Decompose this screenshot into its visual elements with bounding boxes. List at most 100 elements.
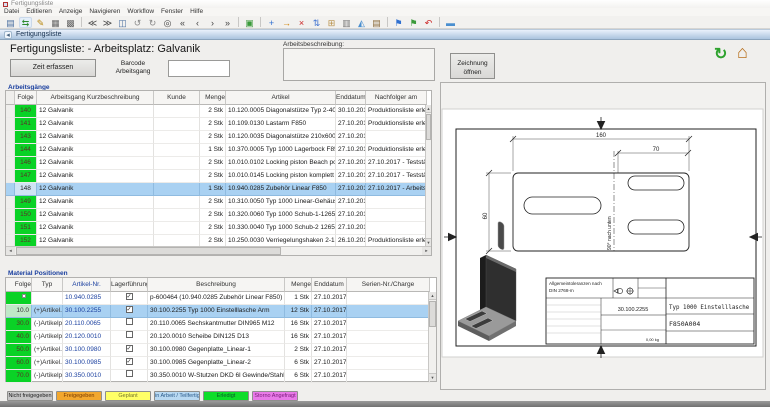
legend-button-5[interactable]: Storno Angefragt (252, 391, 298, 401)
arbeitsgang-row[interactable]: 15012 Galvanik2 Stk10.320.0060 Typ 1000 … (6, 209, 431, 222)
print-icon[interactable]: ▤ (4, 17, 17, 28)
menu-hilfe[interactable]: Hilfe (190, 8, 203, 16)
first-page-icon[interactable]: ≪ (86, 17, 99, 28)
grid-view-icon[interactable]: ▩ (64, 17, 77, 28)
menu-navigieren[interactable]: Navigieren (89, 8, 120, 16)
vscroll-thumb[interactable] (426, 114, 431, 140)
window-icon[interactable]: ▥ (340, 17, 353, 28)
nav-prev-icon[interactable]: ‹ (191, 17, 204, 28)
checkbox-unchecked-icon[interactable] (126, 331, 133, 338)
material-row[interactable]: 50.0(+)Artikel...30.100.0980✓30.100.0980… (6, 344, 436, 357)
checkbox-checked-icon[interactable]: ✓ (126, 306, 133, 313)
arbeitsgaenge-vscrollbar[interactable]: ▲ ▼ (425, 105, 431, 246)
refresh-button[interactable]: ↻ (714, 44, 727, 64)
arbeitsbeschreibung-textarea[interactable] (283, 48, 435, 81)
arbeitsgaenge-hscrollbar[interactable]: ◄ ► (6, 246, 431, 255)
checkbox-unchecked-icon[interactable] (126, 318, 133, 325)
forward-icon[interactable]: → (280, 17, 293, 28)
refresh-view-icon[interactable]: ⇆ (19, 17, 32, 28)
list-icon[interactable]: ▤ (370, 17, 383, 28)
legend-button-3[interactable]: in Arbeit / Teilfertig (154, 391, 200, 401)
undo-icon[interactable]: ↺ (131, 17, 144, 28)
menu-fenster[interactable]: Fenster (161, 8, 183, 16)
redo-icon[interactable]: ↻ (146, 17, 159, 28)
tab-fertigungsliste[interactable]: Fertigungsliste (16, 31, 62, 38)
column-header-enddatum[interactable]: Enddatum (336, 91, 366, 105)
material-vscrollbar[interactable]: ▲ ▼ (428, 292, 436, 381)
column-header-beschreibung[interactable]: Beschreibung (148, 278, 285, 292)
chart-icon[interactable]: ◭ (355, 17, 368, 28)
delete-icon[interactable]: × (295, 17, 308, 28)
column-header-menge[interactable]: Menge (200, 91, 226, 105)
last-page-icon[interactable]: ≫ (101, 17, 114, 28)
column-header-typ[interactable]: Typ (32, 278, 63, 292)
column-header-serien-nr[interactable]: Serien-Nr./Charge (347, 278, 430, 292)
material-row[interactable]: 40.0(-)Artikelp...20.120.001020.120.0010… (6, 331, 436, 344)
material-row[interactable]: 10.0(+)Artikel...30.100.2255✓30.100.2255… (6, 305, 436, 318)
arbeitsgang-row[interactable]: 14812 Galvanik1 Stk10.940.0285 Zubehör L… (6, 183, 431, 196)
drawing-viewer-panel[interactable]: 90° nach unten 160 70 (440, 82, 766, 390)
vscroll-thumb[interactable] (429, 301, 436, 327)
column-header-artikel[interactable]: Artikel (226, 91, 336, 105)
column-header-folge[interactable]: Folge (15, 91, 37, 105)
menu-workflow[interactable]: Workflow (127, 8, 154, 16)
column-header-kunde[interactable]: Kunde (154, 91, 200, 105)
checkbox-unchecked-icon[interactable] (126, 370, 133, 377)
flag-blue-icon[interactable]: ⚑ (392, 17, 405, 28)
arbeitsgang-row[interactable]: 14012 Galvanik2 Stk10.120.0005 Diagonals… (6, 105, 431, 118)
scroll-up-icon[interactable]: ▲ (429, 292, 436, 300)
column-header-kurzbeschreibung[interactable]: Arbeitsgang Kurzbeschreibung (37, 91, 154, 105)
legend-button-0[interactable]: Nicht freigegeben (7, 391, 53, 401)
menu-editieren[interactable]: Editieren (26, 8, 52, 16)
legend-button-4[interactable]: Erledigt (203, 391, 249, 401)
home-button[interactable]: ⌂ (737, 42, 748, 63)
arbeitsgang-row[interactable]: 15112 Galvanik2 Stk10.330.0040 Typ 1000 … (6, 222, 431, 235)
search-icon[interactable]: ◎ (161, 17, 174, 28)
revert-icon[interactable]: ↶ (422, 17, 435, 28)
column-header-enddatum[interactable]: Enddatum (312, 278, 347, 292)
copy-icon[interactable]: ⊞ (325, 17, 338, 28)
arbeitsgang-row[interactable]: 14312 Galvanik2 Stk10.120.0035 Diagonals… (6, 131, 431, 144)
column-header-nachfolger[interactable]: Nachfolger am (366, 91, 427, 105)
column-header-menge[interactable]: Menge (285, 278, 312, 292)
zeit-erfassen-button[interactable]: Zeit erfassen (10, 59, 96, 77)
more-icon[interactable]: ▬ (444, 17, 457, 28)
flag-green-icon[interactable]: ⚑ (407, 17, 420, 28)
scroll-up-icon[interactable]: ▲ (426, 105, 431, 113)
nav-next-icon[interactable]: › (206, 17, 219, 28)
material-row[interactable]: 60.0(+)Artikel...30.100.0985✓30.100.0985… (6, 357, 436, 370)
scroll-left-icon[interactable]: ◄ (6, 247, 15, 255)
scroll-down-icon[interactable]: ▼ (426, 238, 431, 246)
hscroll-thumb[interactable] (16, 247, 281, 255)
checkbox-checked-icon[interactable]: ✓ (126, 345, 133, 352)
column-header-lagerfuehrung[interactable]: Lagerführung (111, 278, 148, 292)
table-view-icon[interactable]: ▦ (49, 17, 62, 28)
arbeitsgang-row[interactable]: 14912 Galvanik2 Stk10.310.0050 Typ 1000 … (6, 196, 431, 209)
legend-button-1[interactable]: Freigegeben (56, 391, 102, 401)
arbeitsgang-row[interactable]: 14412 Galvanik1 Stk10.370.0005 Typ 1000 … (6, 144, 431, 157)
arbeitsgang-row[interactable]: 14612 Galvanik2 Stk10.010.0102 Locking p… (6, 157, 431, 170)
edit-icon[interactable]: ✎ (34, 17, 47, 28)
legend-button-2[interactable]: Geplant (105, 391, 151, 401)
scroll-right-icon[interactable]: ► (422, 247, 431, 255)
column-header-artikel-nr[interactable]: Artikel-Nr. (63, 278, 111, 292)
nav-first-icon[interactable]: « (176, 17, 189, 28)
column-header-folge[interactable]: Folge (6, 278, 32, 292)
checkbox-checked-icon[interactable]: ✓ (126, 293, 133, 300)
collapse-icon[interactable]: ◂ (4, 31, 12, 39)
add-icon[interactable]: + (265, 17, 278, 28)
material-row[interactable]: 70.0(-)Artikelp...30.350.001030.350.0010… (6, 370, 436, 383)
checkbox-checked-icon[interactable]: ✓ (126, 358, 133, 365)
sort-icon[interactable]: ⇅ (310, 17, 323, 28)
image-icon[interactable]: ▣ (243, 17, 256, 28)
menu-anzeige[interactable]: Anzeige (59, 8, 83, 16)
material-row[interactable]: 10.940.0285✓p-600464 (10.940.0285 Zubehö… (6, 292, 436, 305)
arbeitsgang-row[interactable]: 14712 Galvanik2 Stk10.010.0145 Locking p… (6, 170, 431, 183)
scroll-down-icon[interactable]: ▼ (429, 373, 436, 381)
arbeitsgang-row[interactable]: 14112 Galvanik2 Stk10.109.0130 Lastarm F… (6, 118, 431, 131)
save-icon[interactable]: ◫ (116, 17, 129, 28)
zeichnung-oeffnen-button[interactable]: Zeichnung öffnen (450, 53, 495, 79)
material-row[interactable]: 30.0(-)Artikelp...20.110.006520.110.0065… (6, 318, 436, 331)
menu-datei[interactable]: Datei (4, 8, 19, 16)
barcode-input[interactable] (168, 60, 230, 77)
